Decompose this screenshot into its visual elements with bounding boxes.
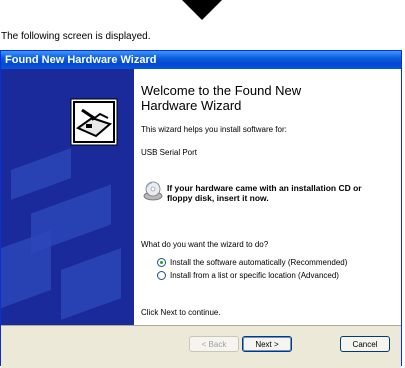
button-bar: < Back Next > Cancel (1, 325, 401, 368)
back-button[interactable]: < Back (189, 336, 239, 352)
option-auto-install-label: Install the software automatically (Reco… (170, 258, 348, 267)
hardware-icon (70, 98, 118, 146)
next-button[interactable]: Next > (242, 336, 292, 352)
option-auto-install[interactable]: Install the software automatically (Reco… (157, 258, 347, 267)
wizard-heading: Welcome to the Found New Hardware Wizard (141, 83, 302, 113)
device-name: USB Serial Port (141, 148, 198, 157)
option-list-install[interactable]: Install from a list or specific location… (157, 271, 339, 280)
window-titlebar: Found New Hardware Wizard (1, 51, 401, 69)
down-arrow-icon (182, 0, 222, 20)
cd-icon (143, 181, 163, 201)
wizard-window: Found New Hardware Wizard Welcome to the… (0, 50, 402, 368)
radio-list-install[interactable] (157, 271, 166, 280)
cd-message: If your hardware came with an installati… (167, 183, 362, 203)
option-list-install-label: Install from a list or specific location… (170, 271, 339, 280)
radio-auto-install[interactable] (157, 258, 166, 267)
wizard-question: What do you want the wizard to do? (141, 240, 269, 249)
caption-text: The following screen is displayed. (1, 31, 151, 42)
wizard-footer-text: Click Next to continue. (141, 308, 221, 317)
wizard-intro: This wizard helps you install software f… (141, 125, 287, 134)
wizard-side-banner (1, 69, 134, 325)
wizard-content: Welcome to the Found New Hardware Wizard… (134, 69, 401, 325)
cancel-button[interactable]: Cancel (340, 336, 390, 352)
